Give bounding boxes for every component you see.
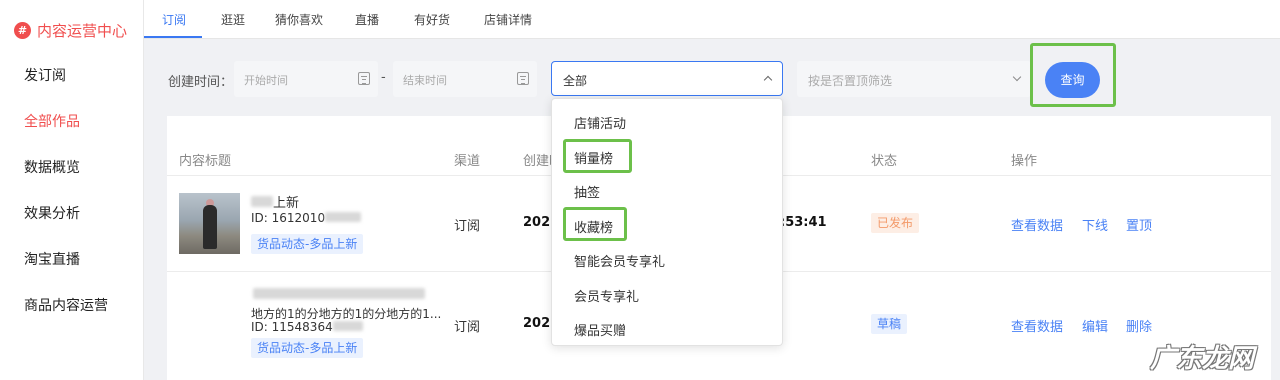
delete-link[interactable]: 删除 (1126, 316, 1152, 335)
top-filter-placeholder: 按是否置顶筛选 (808, 74, 893, 88)
dropdown-option[interactable]: 店铺活动 (574, 113, 626, 132)
channel-tabs: 订阅 逛逛 猜你喜欢 直播 有好货 店铺详情 (144, 0, 1280, 39)
sidebar-item-product-content[interactable]: 商品内容运营 (24, 295, 108, 315)
option-highlight-box (563, 139, 632, 173)
start-time-placeholder: 开始时间 (244, 74, 288, 87)
dropdown-option[interactable]: 智能会员专享礼 (574, 251, 665, 270)
calendar-icon (358, 72, 370, 85)
option-highlight-box (563, 207, 627, 241)
content-type-value: 全部 (563, 74, 588, 88)
row2-title-line1 (253, 288, 425, 303)
edit-link[interactable]: 编辑 (1082, 316, 1108, 335)
col-header-channel: 渠道 (454, 154, 481, 169)
top-filter-select[interactable]: 按是否置顶筛选 (797, 61, 1031, 97)
row1-channel: 订阅 (454, 219, 481, 234)
active-tab-indicator (144, 36, 202, 38)
col-header-title: 内容标题 (179, 154, 232, 169)
content-type-select[interactable]: 全部 (551, 61, 783, 96)
col-header-status: 状态 (871, 154, 898, 169)
view-data-link[interactable]: 查看数据 (1011, 215, 1063, 234)
tab-shop-detail[interactable]: 店铺详情 (484, 11, 532, 28)
query-button[interactable]: 查询 (1045, 62, 1100, 98)
tab-live[interactable]: 直播 (355, 11, 379, 28)
tab-browse[interactable]: 逛逛 (221, 11, 245, 28)
col-header-actions: 操作 (1011, 154, 1038, 169)
dropdown-option[interactable]: 抽签 (574, 182, 600, 201)
brand-logo-icon: # (14, 22, 31, 39)
date-separator: - (381, 70, 386, 85)
watermark: 广东龙网 (1150, 344, 1255, 374)
row2-id: ID: 11548364 (251, 320, 363, 334)
row1-time: :53:41 (780, 215, 827, 230)
end-time-placeholder: 结束时间 (403, 74, 447, 87)
view-data-link[interactable]: 查看数据 (1011, 316, 1063, 335)
start-time-input[interactable]: 开始时间 (234, 61, 378, 97)
row2-tag: 货品动态-多品上新 (251, 338, 364, 358)
tab-guess-you-like[interactable]: 猜你喜欢 (275, 11, 323, 28)
row1-tag: 货品动态-多品上新 (251, 234, 364, 254)
tab-subscribe[interactable]: 订阅 (162, 11, 186, 28)
sidebar-item-subscribe[interactable]: 发订阅 (24, 65, 66, 85)
sidebar-item-effect-analysis[interactable]: 效果分析 (24, 203, 80, 223)
sidebar-item-all-works[interactable]: 全部作品 (24, 111, 80, 131)
content-thumbnail[interactable] (179, 193, 240, 254)
status-badge: 草稿 (871, 314, 908, 334)
dropdown-option[interactable]: 会员专享礼 (574, 286, 639, 305)
row2-channel: 订阅 (454, 320, 481, 335)
sidebar: # 内容运营中心 发订阅 全部作品 数据概览 效果分析 淘宝直播 商品内容运营 (0, 0, 144, 380)
chevron-up-icon (763, 75, 773, 85)
brand: # 内容运营中心 (14, 20, 127, 41)
calendar-icon (517, 72, 529, 85)
chevron-down-icon (1012, 72, 1022, 82)
end-time-input[interactable]: 结束时间 (393, 61, 537, 97)
brand-title: 内容运营中心 (37, 22, 128, 40)
sidebar-item-taobao-live[interactable]: 淘宝直播 (24, 249, 80, 269)
sidebar-item-data-overview[interactable]: 数据概览 (24, 157, 80, 177)
offline-link[interactable]: 下线 (1082, 215, 1108, 234)
row1-title[interactable]: 上新 (251, 192, 299, 211)
dropdown-option[interactable]: 爆品买赠 (574, 320, 626, 339)
create-time-label: 创建时间： (168, 75, 234, 90)
status-badge: 已发布 (871, 213, 920, 233)
tab-good-goods[interactable]: 有好货 (414, 11, 450, 28)
row1-id: ID: 1612010 (251, 211, 362, 225)
pin-top-link[interactable]: 置顶 (1126, 215, 1152, 234)
